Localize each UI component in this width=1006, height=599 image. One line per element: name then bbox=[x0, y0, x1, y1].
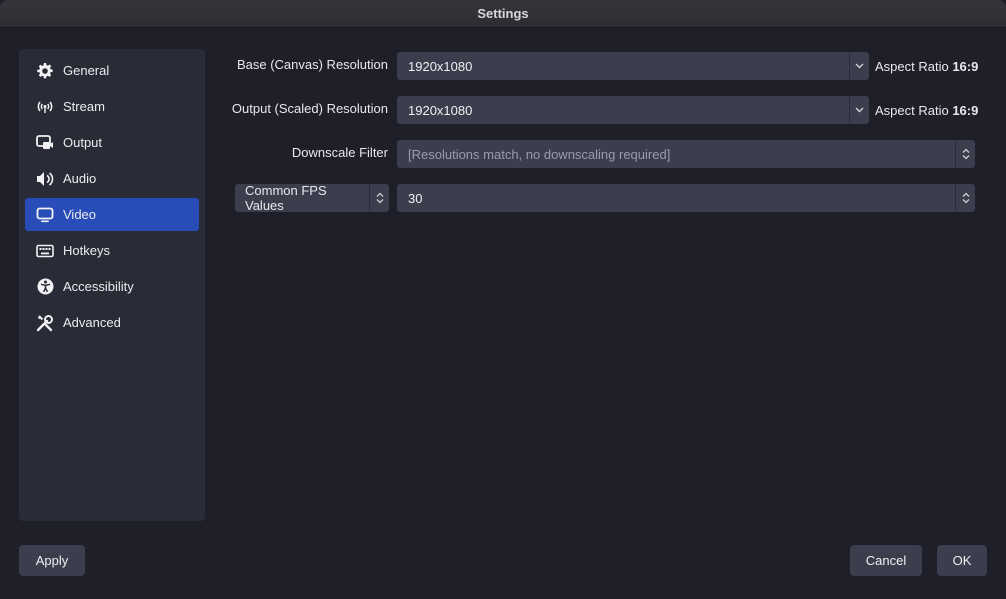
tools-icon bbox=[35, 313, 55, 333]
sidebar-item-accessibility[interactable]: Accessibility bbox=[25, 270, 199, 303]
cancel-button[interactable]: Cancel bbox=[850, 545, 922, 576]
aspect-ratio-prefix: Aspect Ratio bbox=[875, 59, 953, 74]
fps-value-select[interactable]: 30 bbox=[397, 184, 975, 212]
apply-button[interactable]: Apply bbox=[19, 545, 85, 576]
fps-type-select[interactable]: Common FPS Values bbox=[235, 183, 389, 213]
sidebar-item-audio[interactable]: Audio bbox=[25, 162, 199, 195]
output-resolution-combo[interactable]: 1920x1080 bbox=[397, 96, 869, 124]
base-aspect-ratio: Aspect Ratio 16:9 bbox=[875, 59, 978, 74]
sidebar-item-label: Advanced bbox=[63, 315, 121, 330]
downscale-filter-value: [Resolutions match, no downscaling requi… bbox=[408, 146, 671, 162]
ok-button[interactable]: OK bbox=[937, 545, 987, 576]
downscale-filter-select[interactable]: [Resolutions match, no downscaling requi… bbox=[397, 140, 975, 168]
sidebar-item-advanced[interactable]: Advanced bbox=[25, 306, 199, 339]
settings-sidebar: General Stream Output Audio Video Hotkey… bbox=[19, 49, 205, 521]
fps-type-value: Common FPS Values bbox=[245, 183, 327, 213]
output-aspect-ratio: Aspect Ratio 16:9 bbox=[875, 103, 978, 118]
aspect-ratio-prefix: Aspect Ratio bbox=[875, 103, 953, 118]
sidebar-item-general[interactable]: General bbox=[25, 54, 199, 87]
sidebar-item-hotkeys[interactable]: Hotkeys bbox=[25, 234, 199, 267]
aspect-ratio-value: 16:9 bbox=[952, 59, 979, 74]
output-icon bbox=[35, 133, 55, 153]
sidebar-item-label: Audio bbox=[63, 171, 97, 186]
chevron-down-icon[interactable] bbox=[849, 52, 869, 80]
downscale-filter-label: Downscale Filter bbox=[291, 145, 388, 160]
chevron-down-icon[interactable] bbox=[849, 96, 869, 124]
updown-arrows-icon[interactable] bbox=[955, 184, 975, 212]
sidebar-item-label: General bbox=[63, 63, 110, 78]
keyboard-icon bbox=[35, 241, 55, 261]
gear-icon bbox=[35, 61, 55, 81]
updown-arrows-icon[interactable] bbox=[369, 184, 389, 212]
sidebar-item-video[interactable]: Video bbox=[25, 198, 199, 231]
output-resolution-value: 1920x1080 bbox=[408, 102, 473, 118]
window-title: Settings bbox=[477, 6, 529, 21]
speaker-icon bbox=[35, 169, 55, 189]
sidebar-item-label: Hotkeys bbox=[63, 243, 110, 258]
monitor-icon bbox=[35, 205, 55, 225]
sidebar-item-label: Video bbox=[63, 207, 97, 222]
sidebar-item-label: Accessibility bbox=[63, 279, 134, 294]
fps-value: 30 bbox=[408, 190, 423, 206]
output-resolution-label: Output (Scaled) Resolution bbox=[231, 101, 388, 116]
aspect-ratio-value: 16:9 bbox=[952, 103, 979, 118]
title-bar: Settings bbox=[0, 0, 1006, 28]
sidebar-item-stream[interactable]: Stream bbox=[25, 90, 199, 123]
updown-arrows-icon[interactable] bbox=[955, 140, 975, 168]
base-resolution-combo[interactable]: 1920x1080 bbox=[397, 52, 869, 80]
sidebar-item-output[interactable]: Output bbox=[25, 126, 199, 159]
sidebar-item-label: Output bbox=[63, 135, 103, 150]
broadcast-icon bbox=[35, 97, 55, 117]
base-resolution-label: Base (Canvas) Resolution bbox=[236, 57, 388, 72]
base-resolution-value: 1920x1080 bbox=[408, 58, 473, 74]
sidebar-item-label: Stream bbox=[63, 99, 105, 114]
accessibility-icon bbox=[35, 277, 55, 297]
